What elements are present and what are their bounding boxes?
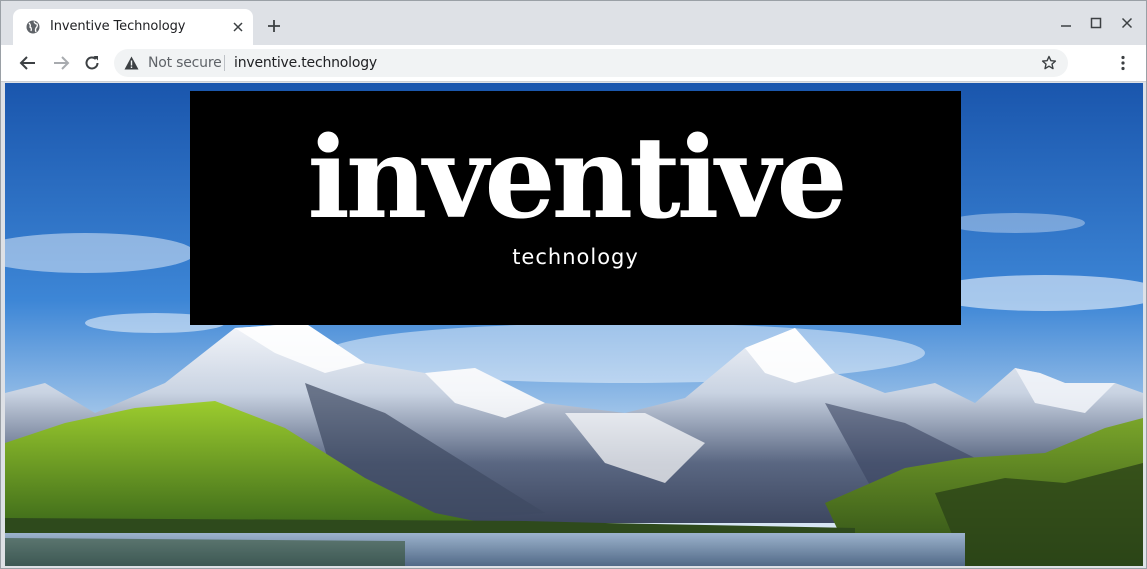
logo-wordmark: inventive bbox=[307, 113, 847, 244]
close-icon[interactable] bbox=[231, 20, 245, 34]
globe-icon bbox=[26, 20, 40, 34]
url-text[interactable]: inventive.technology bbox=[234, 55, 377, 71]
reload-icon[interactable] bbox=[82, 53, 102, 73]
kebab-menu-icon[interactable] bbox=[1113, 53, 1133, 73]
address-bar[interactable]: Not secure inventive.technology bbox=[114, 49, 1068, 77]
toolbar: Not secure inventive.technology bbox=[1, 45, 1146, 81]
star-icon[interactable] bbox=[1041, 55, 1057, 71]
toolbar-divider bbox=[1, 81, 1146, 82]
warning-icon[interactable] bbox=[124, 56, 139, 70]
plus-icon[interactable] bbox=[266, 18, 282, 34]
omnibox-divider bbox=[224, 55, 225, 71]
minimize-icon[interactable] bbox=[1056, 13, 1076, 33]
close-window-icon[interactable] bbox=[1117, 13, 1137, 33]
browser-tab[interactable]: Inventive Technology bbox=[13, 9, 253, 45]
maximize-icon[interactable] bbox=[1086, 13, 1106, 33]
page-viewport: inventive technology bbox=[5, 83, 1143, 566]
tab-title: Inventive Technology bbox=[50, 19, 186, 34]
logo-subtitle: technology bbox=[512, 245, 639, 269]
security-status-label[interactable]: Not secure bbox=[148, 55, 222, 71]
tab-strip: Inventive Technology bbox=[1, 1, 1146, 45]
forward-arrow-icon[interactable] bbox=[51, 53, 71, 73]
browser-window: Inventive Technology Not secure inventiv… bbox=[0, 0, 1147, 569]
back-arrow-icon[interactable] bbox=[18, 53, 38, 73]
logo-banner: inventive technology bbox=[190, 91, 961, 325]
